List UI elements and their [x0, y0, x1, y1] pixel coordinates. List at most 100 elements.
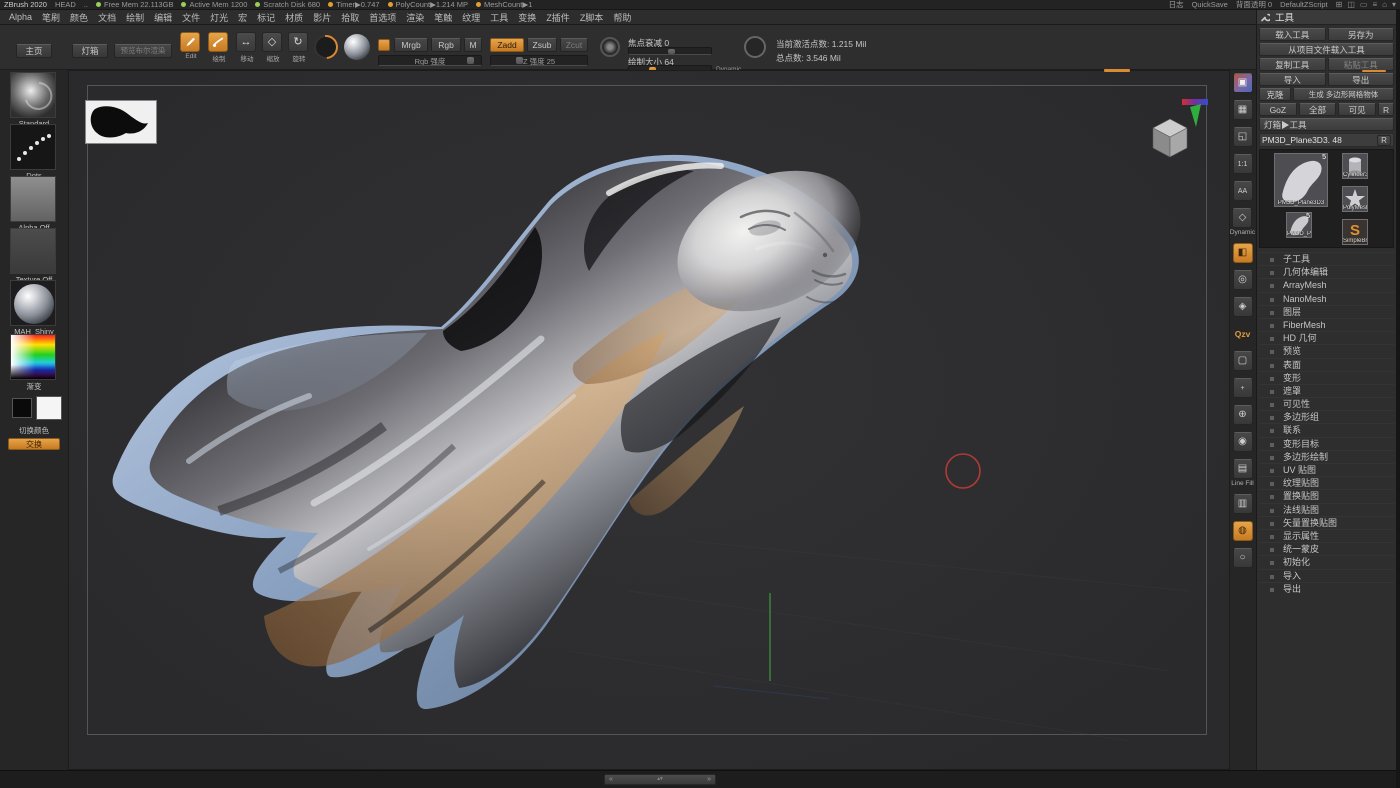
menu-item[interactable]: 笔触: [429, 11, 457, 24]
alpha-silhouette-preview[interactable]: [85, 100, 157, 144]
menu-item[interactable]: Z插件: [541, 11, 575, 24]
main-color-swatch[interactable]: [12, 398, 32, 418]
menu-item[interactable]: 纹理: [457, 11, 485, 24]
menu-item[interactable]: 拾取: [336, 11, 364, 24]
tool-section-row[interactable]: UV 贴图: [1259, 463, 1394, 476]
frame-button[interactable]: ▢: [1233, 351, 1253, 371]
collapse-icon[interactable]: ▾: [1392, 0, 1396, 9]
menu-item[interactable]: 绘制: [121, 11, 149, 24]
mrgb-button[interactable]: Mrgb: [394, 38, 428, 52]
menu-item[interactable]: 渲染: [401, 11, 429, 24]
lightbox-button[interactable]: 灯箱: [72, 44, 108, 58]
tool-section-row[interactable]: 遮罩: [1259, 384, 1394, 397]
z-intensity-handle[interactable]: [516, 57, 523, 64]
current-brush[interactable]: Standard: [10, 72, 58, 128]
line-fill-button[interactable]: ▤: [1233, 459, 1253, 479]
goz-button[interactable]: GoZ: [1259, 103, 1297, 116]
menu-item[interactable]: 文件: [177, 11, 205, 24]
zscript-button[interactable]: DefaultZScript: [1280, 0, 1328, 9]
goz-r-button[interactable]: R: [1378, 103, 1394, 116]
tool-section-row[interactable]: 表面: [1259, 358, 1394, 371]
grid-icon[interactable]: ⊞: [1336, 0, 1343, 9]
edit-mode-button[interactable]: Edit: [178, 32, 204, 64]
tool-section-row[interactable]: 变形目标: [1259, 437, 1394, 450]
tool-section-row[interactable]: 多边形绘制: [1259, 450, 1394, 463]
current-stroke[interactable]: Dots: [10, 124, 58, 180]
swap-color-button[interactable]: 交换: [8, 438, 60, 450]
tool-section-row[interactable]: 统一蒙皮: [1259, 542, 1394, 555]
tool-section-row[interactable]: 变形: [1259, 371, 1394, 384]
actual-doc-button[interactable]: ◉: [1233, 432, 1253, 452]
zoom-doc-button[interactable]: ⊕: [1233, 405, 1253, 425]
scale-mode-button[interactable]: ◇ 缩放: [260, 32, 286, 64]
z-intensity-slider[interactable]: Z 强度 25: [490, 55, 588, 66]
menu-item[interactable]: 宏: [233, 11, 252, 24]
tool-section-row[interactable]: HD 几何: [1259, 331, 1394, 344]
subpixel-button[interactable]: ▦: [1233, 100, 1253, 120]
menu-item[interactable]: 颜色: [65, 11, 93, 24]
move-doc-button[interactable]: +: [1233, 378, 1253, 398]
current-texture[interactable]: Texture Off: [10, 228, 58, 284]
secondary-color-swatch[interactable]: [36, 396, 62, 420]
export-button[interactable]: 导出: [1328, 73, 1395, 86]
zadd-button[interactable]: Zadd: [490, 38, 524, 52]
tool-section-row[interactable]: 预览: [1259, 344, 1394, 357]
tool-palette-header[interactable]: 工具: [1257, 10, 1396, 25]
scroll-right-arrow[interactable]: »: [707, 776, 711, 783]
tool-section-row[interactable]: 置换贴图: [1259, 489, 1394, 502]
home-icon[interactable]: ⌂: [1382, 0, 1387, 9]
menu-item[interactable]: 标记: [252, 11, 280, 24]
goz-all-button[interactable]: 全部: [1299, 103, 1337, 116]
aa-half-button[interactable]: AA: [1233, 181, 1253, 201]
clone-button[interactable]: 克隆: [1259, 88, 1291, 101]
tool-section-row[interactable]: FiberMesh: [1259, 318, 1394, 331]
tool-section-row[interactable]: NanoMesh: [1259, 292, 1394, 305]
material-preview[interactable]: [344, 34, 370, 60]
save-as-button[interactable]: 另存为: [1328, 28, 1395, 41]
tool-section-row[interactable]: 导入: [1259, 569, 1394, 582]
bottom-scrollbar[interactable]: « ▴▾ »: [0, 770, 1400, 788]
plane3d-thumbnail[interactable]: 5 PM3D_Plane3D3: [1286, 212, 1312, 238]
make-polymesh-button[interactable]: 生成 多边形网格物体: [1293, 88, 1394, 101]
tool-section-row[interactable]: 导出: [1259, 582, 1394, 595]
draw-mode-button[interactable]: 绘制: [206, 32, 232, 64]
menu-item[interactable]: 影片: [308, 11, 336, 24]
tool-section-row[interactable]: 显示属性: [1259, 529, 1394, 542]
menu-item[interactable]: 帮助: [608, 11, 636, 24]
menu-item[interactable]: 笔刷: [37, 11, 65, 24]
zsub-button[interactable]: Zsub: [527, 38, 557, 52]
local-symmetry-button[interactable]: ◈: [1233, 297, 1253, 317]
tool-section-row[interactable]: 子工具: [1259, 252, 1394, 265]
local-transform-button[interactable]: ◎: [1233, 270, 1253, 290]
draw-polyframe-button[interactable]: ◱: [1233, 127, 1253, 147]
floor-grid-button[interactable]: ◧: [1233, 243, 1253, 263]
goz-visible-button[interactable]: 可见: [1338, 103, 1376, 116]
alpha-thumbnail[interactable]: [10, 176, 56, 222]
current-tool-row[interactable]: PM3D_Plane3D3. 48 R: [1259, 133, 1394, 147]
stroke-thumbnail[interactable]: [10, 124, 56, 170]
texture-thumbnail[interactable]: [10, 228, 56, 274]
zcut-button[interactable]: Zcut: [560, 38, 588, 52]
bpr-render-button[interactable]: ▣: [1233, 73, 1253, 93]
material-thumbnail[interactable]: [10, 280, 56, 326]
qzv-button[interactable]: Qzv: [1233, 324, 1253, 344]
stroke-preview[interactable]: [309, 30, 343, 64]
m-button[interactable]: M: [464, 38, 482, 52]
rotate-mode-button[interactable]: ↻ 旋转: [286, 32, 312, 64]
color-picker[interactable]: 渐变: [10, 334, 58, 392]
cylinder3d-thumbnail[interactable]: Cylinder3D: [1342, 153, 1368, 179]
menu-item[interactable]: 材质: [280, 11, 308, 24]
simplebrush-thumbnail[interactable]: S SimpleBrush: [1342, 219, 1368, 245]
preview-boolean-button[interactable]: 预览布尔渲染: [114, 44, 172, 58]
tool-section-row[interactable]: 法线贴图: [1259, 503, 1394, 516]
load-from-project-button[interactable]: 从项目文件载入工具: [1259, 43, 1394, 56]
polyframe-button[interactable]: ▥: [1233, 494, 1253, 514]
current-tool-r-button[interactable]: R: [1377, 135, 1391, 146]
document-canvas[interactable]: [68, 70, 1230, 770]
bar-icon[interactable]: ▭: [1360, 0, 1368, 9]
menu-item[interactable]: 首选项: [364, 11, 401, 24]
ghost-button[interactable]: ○: [1233, 548, 1253, 568]
brush-thumbnail[interactable]: [10, 72, 56, 118]
tool-section-row[interactable]: 矢量置换贴图: [1259, 516, 1394, 529]
current-alpha[interactable]: Alpha Off: [10, 176, 58, 232]
